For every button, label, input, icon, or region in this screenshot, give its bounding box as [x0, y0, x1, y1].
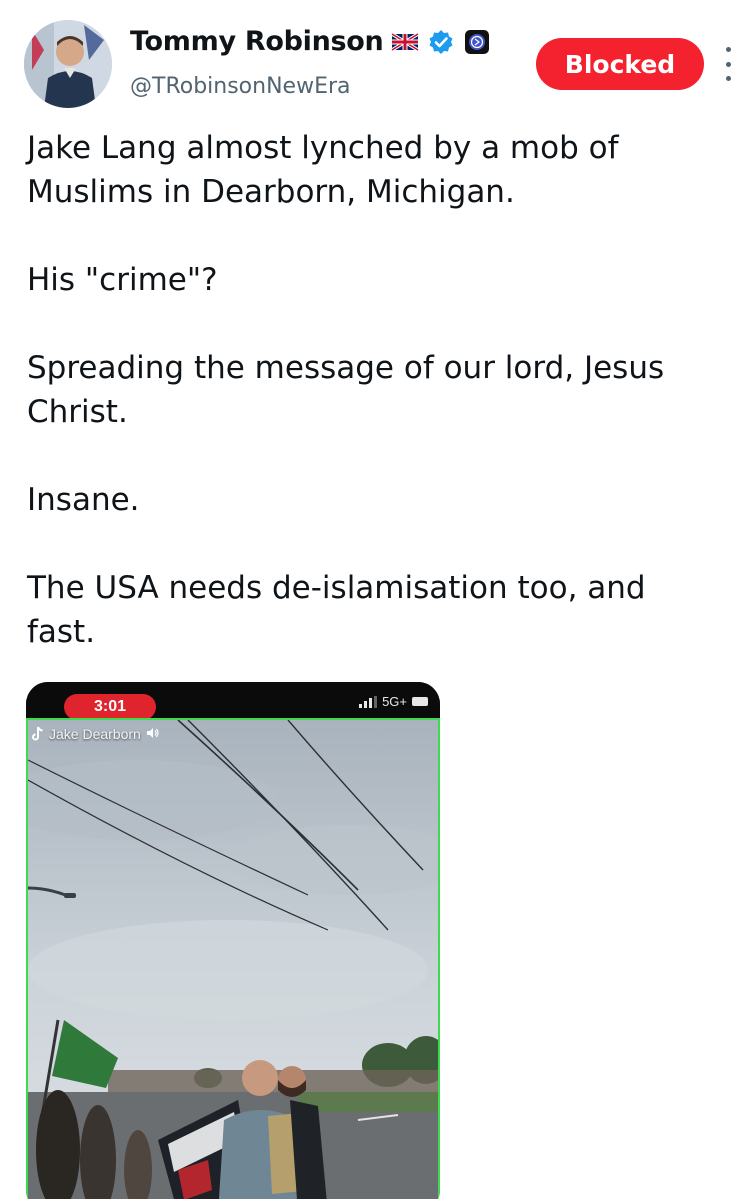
overlay-label-text: Jake Dearborn	[49, 726, 141, 742]
blocked-button[interactable]: Blocked	[536, 38, 704, 90]
author-name-row: Tommy Robinson	[130, 26, 491, 57]
tweet-paragraph: Spreading the message of our lord, Jesus…	[27, 350, 665, 430]
tweet-paragraph: Insane.	[27, 482, 140, 518]
signal-icon	[359, 695, 378, 708]
embedded-phone-status-bar: 3:01 5G+	[26, 682, 440, 720]
speaker-icon	[146, 726, 160, 742]
status-time: 3:01	[64, 694, 156, 720]
verified-check-icon[interactable]	[427, 28, 455, 56]
more-dot	[725, 61, 731, 67]
tweet-paragraph: Jake Lang almost lynched by a mob of Mus…	[27, 130, 619, 210]
tweet-text: Jake Lang almost lynched by a mob of Mus…	[27, 126, 727, 654]
author-display-name[interactable]: Tommy Robinson	[130, 26, 384, 57]
network-label: 5G+	[382, 694, 407, 709]
tweet-header: Tommy Robinson @TRobinsonNewEra Blocked	[0, 0, 748, 120]
status-indicators: 5G+	[359, 694, 428, 709]
author-handle[interactable]: @TRobinsonNewEra	[130, 74, 351, 99]
uk-flag-icon	[391, 28, 420, 56]
tiktok-icon	[32, 726, 44, 742]
tweet-paragraph: The USA needs de-islamisation too, and f…	[27, 570, 646, 650]
author-avatar[interactable]	[24, 20, 112, 108]
video-overlay-label: Jake Dearborn	[32, 726, 160, 742]
battery-icon	[412, 697, 428, 706]
more-dot	[725, 76, 731, 81]
video-frame	[26, 718, 440, 1199]
more-vertical-icon[interactable]	[716, 44, 740, 84]
tweet-paragraph: His "crime"?	[27, 262, 218, 298]
affiliate-badge-icon[interactable]	[463, 28, 491, 56]
tweet-video[interactable]: 3:01 5G+ Jake Dearborn	[26, 682, 440, 1199]
more-dot	[725, 47, 731, 52]
